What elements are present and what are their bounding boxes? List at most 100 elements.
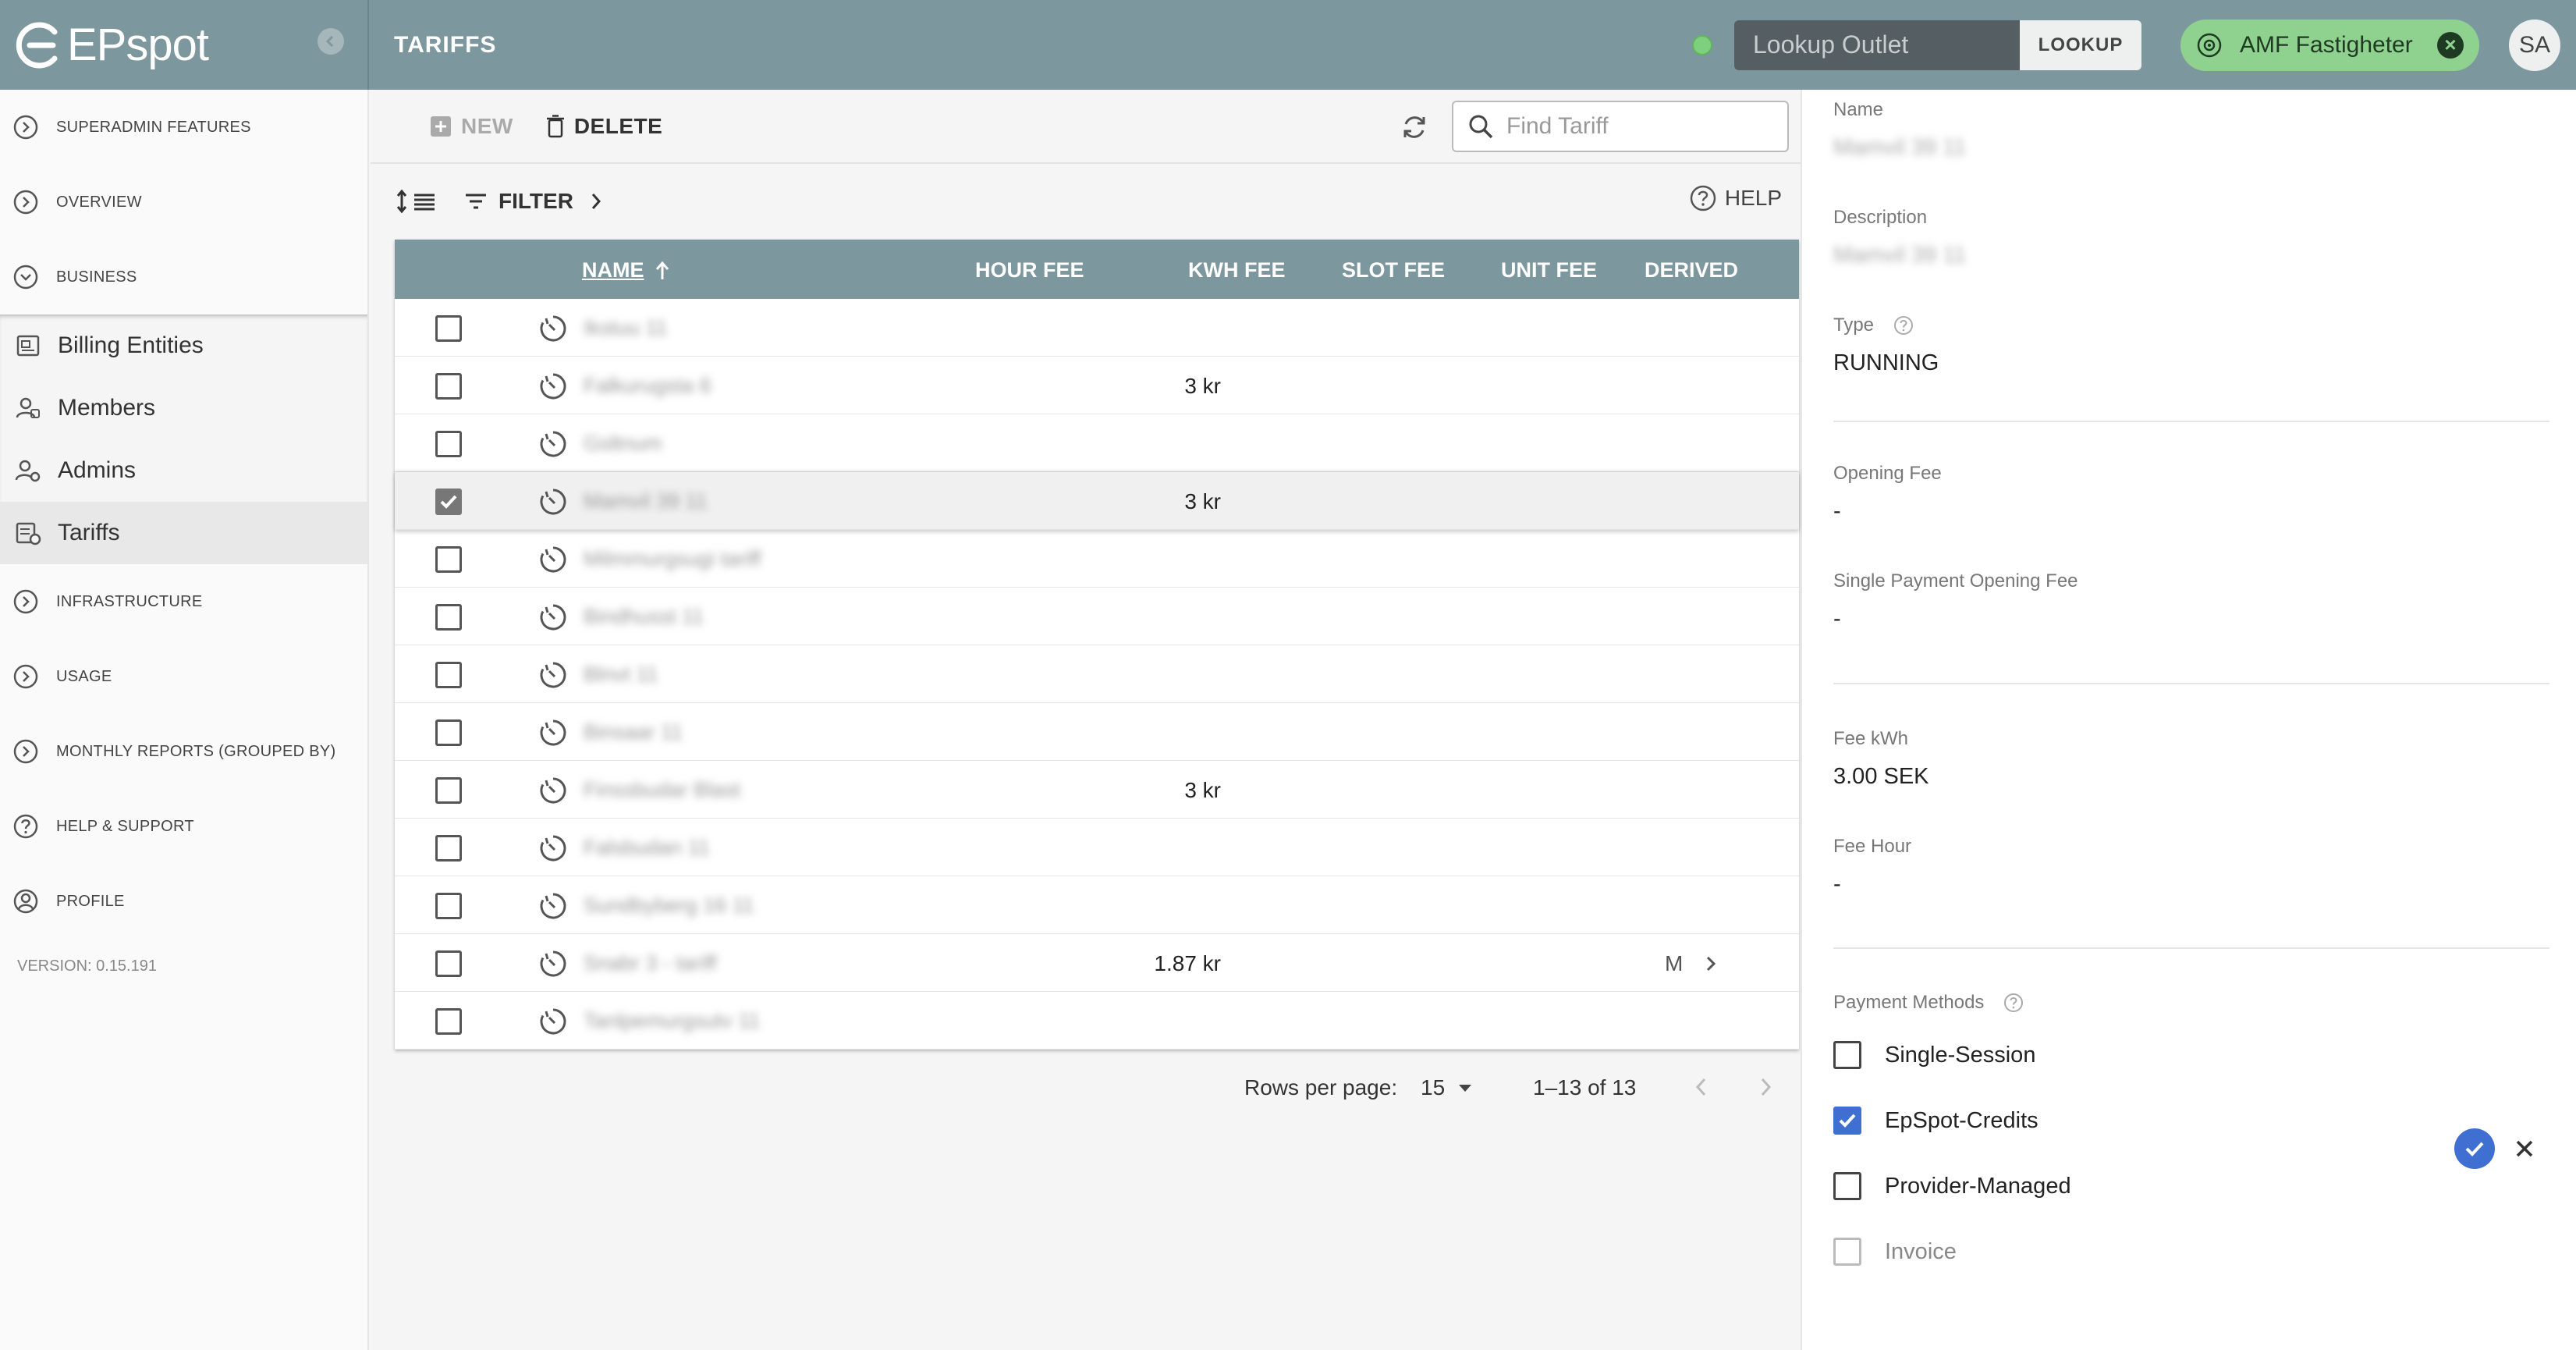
chevron-right-circle-icon [13, 190, 38, 215]
row-checkbox[interactable] [435, 373, 462, 400]
row-checkbox[interactable] [435, 719, 462, 746]
row-checkbox[interactable] [435, 950, 462, 977]
running-tariff-icon [540, 431, 566, 457]
rows-per-page-select[interactable]: 15 [1421, 1075, 1474, 1100]
divider [1833, 947, 2549, 949]
payment-method-option[interactable]: Invoice [1833, 1238, 1957, 1266]
find-tariff-input[interactable] [1506, 113, 1772, 140]
sidebar-section-help-support[interactable]: HELP & SUPPORT [0, 789, 367, 864]
next-page-icon[interactable] [1756, 1073, 1775, 1101]
row-checkbox[interactable] [435, 546, 462, 573]
payment-method-checkbox[interactable] [1833, 1238, 1861, 1266]
cancel-button[interactable] [2509, 1133, 2540, 1164]
sidebar-section-overview[interactable]: OVERVIEW [0, 165, 367, 240]
add-box-icon [431, 115, 451, 137]
row-name: Tanlpemurgsutv 11 [584, 1009, 761, 1032]
help-circle-icon[interactable] [2003, 992, 2024, 1014]
user-avatar[interactable]: SA [2509, 19, 2560, 71]
billing-entity-icon [16, 335, 40, 357]
table-row[interactable]: Falkurugsta 6 3 kr [395, 357, 1799, 414]
running-tariff-icon [540, 719, 566, 746]
column-unit-fee[interactable]: UNIT FEE [1501, 258, 1597, 282]
table-row[interactable]: Gsltnum [395, 414, 1799, 472]
table-row[interactable]: Falsbudan 11 [395, 819, 1799, 876]
sidebar-section-business[interactable]: BUSINESS [0, 240, 367, 314]
row-checkbox[interactable] [435, 662, 462, 688]
sidebar-item-billing-entities[interactable]: Billing Entities [0, 314, 367, 377]
row-name: Falsbudan 11 [584, 836, 710, 859]
sidebar-section-superadmin[interactable]: SUPERADMIN FEATURES [0, 90, 367, 165]
row-checkbox[interactable] [435, 835, 462, 862]
sidebar-section-infrastructure[interactable]: INFRASTRUCTURE [0, 564, 367, 639]
lookup-outlet-group: LOOKUP [1734, 20, 2141, 70]
column-slot-fee[interactable]: SLOT FEE [1342, 258, 1445, 282]
sidebar-section-label: BUSINESS [56, 268, 137, 286]
payment-method-option[interactable]: Provider-Managed [1833, 1172, 2071, 1200]
row-checkbox[interactable] [435, 893, 462, 919]
help-button[interactable]: HELP [1689, 184, 1782, 212]
clear-organization-icon[interactable]: × [2437, 31, 2464, 59]
payment-method-option[interactable]: EpSpot-Credits [1833, 1107, 2038, 1135]
table-row[interactable]: Snabr 3 - tariff 1.87 kr M [395, 934, 1799, 992]
refresh-icon[interactable] [1397, 110, 1432, 144]
row-kwh-fee: 3 kr [1184, 374, 1221, 398]
table-row[interactable]: Tanlpemurgsutv 11 [395, 992, 1799, 1050]
table-row[interactable]: Bindhusst 11 [395, 588, 1799, 645]
row-name: Blnvt 11 [584, 663, 658, 686]
payment-method-checkbox[interactable] [1833, 1107, 1861, 1135]
table-row[interactable]: Milmmurgsugi tariff [395, 530, 1799, 588]
sidebar-section-label: MONTHLY REPORTS (GROUPED BY) [56, 742, 336, 760]
filter-label: FILTER [499, 188, 573, 213]
tariffs-icon [16, 522, 41, 545]
detail-opening-fee: Opening Fee - [1833, 463, 1942, 524]
payment-method-option[interactable]: Single-Session [1833, 1041, 2035, 1069]
row-checkbox[interactable] [435, 431, 462, 457]
filter-button[interactable]: FILTER [464, 189, 603, 214]
arrow-up-icon [655, 261, 669, 279]
organization-chip[interactable]: AMF Fastigheter × [2180, 19, 2479, 71]
previous-page-icon[interactable] [1692, 1073, 1711, 1101]
description-value: Mamvil 39 11 [1833, 243, 1967, 268]
sidebar-item-admins[interactable]: Admins [0, 439, 367, 502]
table-row[interactable]: Finssbudar Blast 3 kr [395, 761, 1799, 819]
table-row[interactable]: Ikstuu 11 [395, 299, 1799, 357]
new-button[interactable]: NEW [430, 114, 513, 139]
lookup-button[interactable]: LOOKUP [2020, 20, 2141, 70]
row-checkbox[interactable] [435, 604, 462, 631]
payment-methods-label: Payment Methods [1833, 992, 1985, 1013]
row-derived: M [1665, 951, 1684, 975]
row-derived-link[interactable]: M [1665, 951, 1717, 976]
table-row[interactable]: Binsaar 11 [395, 703, 1799, 761]
column-hour-fee[interactable]: HOUR FEE [975, 258, 1084, 282]
table-row[interactable]: Blnvt 11 [395, 645, 1799, 703]
sidebar-section-profile[interactable]: PROFILE [0, 864, 367, 939]
table-row[interactable]: Mamvil 39 11 3 kr [395, 472, 1799, 530]
epspot-logo-icon [16, 22, 58, 68]
lookup-outlet-input[interactable] [1734, 20, 2020, 70]
page-title: TARIFFS [394, 31, 497, 58]
sidebar-item-tariffs[interactable]: Tariffs [0, 502, 367, 564]
row-checkbox[interactable] [435, 777, 462, 804]
column-derived[interactable]: DERIVED [1645, 258, 1738, 282]
find-tariff-search [1452, 101, 1789, 152]
row-checkbox[interactable] [435, 315, 462, 342]
help-circle-icon[interactable] [1893, 314, 1914, 336]
table-row[interactable]: Sundbyberg 16 11 [395, 876, 1799, 934]
payment-method-checkbox[interactable] [1833, 1172, 1861, 1200]
row-checkbox[interactable] [435, 1008, 462, 1035]
sidebar-section-usage[interactable]: USAGE [0, 639, 367, 714]
sidebar-item-members[interactable]: Members [0, 377, 367, 439]
brand-name: EPspot [67, 20, 209, 70]
column-name-sortable[interactable]: NAME [582, 258, 674, 282]
density-toggle[interactable] [396, 189, 436, 213]
payment-method-checkbox[interactable] [1833, 1041, 1861, 1069]
column-kwh-fee[interactable]: KWH FEE [1188, 258, 1286, 282]
delete-button[interactable]: DELETE [546, 114, 662, 139]
collapse-sidebar-button[interactable] [318, 28, 344, 55]
chevron-left-icon [325, 35, 334, 48]
row-checkbox[interactable] [435, 488, 462, 515]
table-header: NAME HOUR FEE KWH FEE SLOT FEE UNIT FEE … [395, 240, 1799, 299]
sidebar-item-label: Tariffs [58, 520, 120, 545]
confirm-button[interactable] [2454, 1128, 2495, 1169]
sidebar-section-monthly-reports[interactable]: MONTHLY REPORTS (GROUPED BY) [0, 714, 367, 789]
